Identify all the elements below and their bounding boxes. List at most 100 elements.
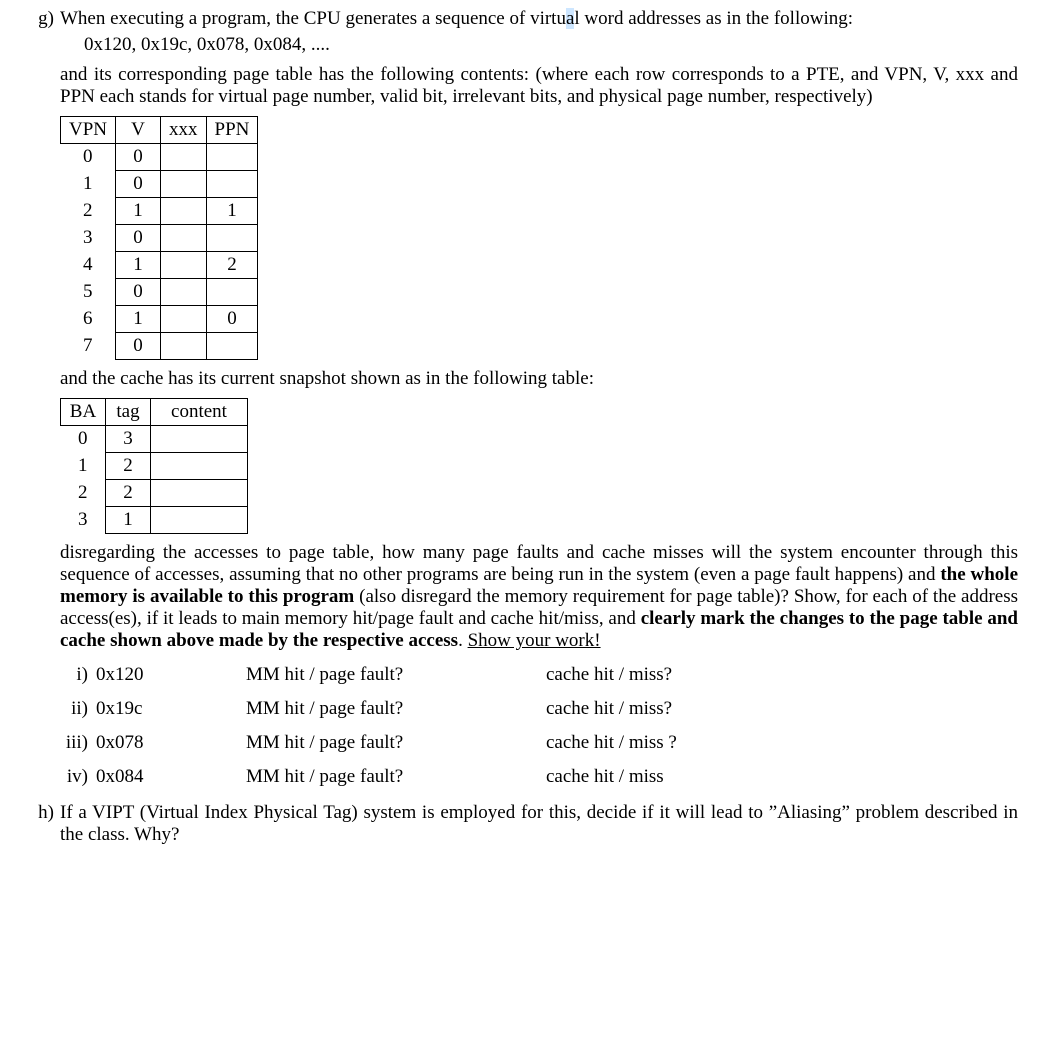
item-num: iv)	[42, 766, 96, 788]
table-row: 03	[61, 426, 248, 453]
list-item: i) 0x120 MM hit / page fault? cache hit …	[42, 664, 1018, 686]
question-h-label: h)	[24, 802, 60, 824]
item-addr: 0x19c	[96, 698, 246, 720]
xxx-cell	[161, 171, 207, 198]
ppn-cell: 1	[206, 198, 258, 225]
tag-cell: 1	[106, 507, 151, 534]
ba-cell: 0	[61, 426, 106, 453]
v-cell: 0	[116, 171, 161, 198]
address-sequence: 0x120, 0x19c, 0x078, 0x084, ....	[84, 34, 1018, 56]
question-g-intro: When executing a program, the CPU genera…	[60, 8, 1018, 30]
xxx-cell	[161, 225, 207, 252]
content-cell	[151, 453, 248, 480]
xxx-cell	[161, 198, 207, 225]
table-row: 12	[61, 453, 248, 480]
item-cache: cache hit / miss ?	[546, 732, 1018, 754]
vpn-cell: 4	[61, 252, 116, 279]
list-item: iii) 0x078 MM hit / page fault? cache hi…	[42, 732, 1018, 754]
intro-text-1: When executing a program, the CPU genera…	[60, 8, 566, 29]
tag-cell: 2	[106, 480, 151, 507]
cache-intro: and the cache has its current snapshot s…	[60, 368, 1018, 390]
intro-text-2: l word addresses as in the following:	[574, 8, 853, 29]
page-table-h-xxx: xxx	[161, 117, 207, 144]
xxx-cell	[161, 144, 207, 171]
item-addr: 0x084	[96, 766, 246, 788]
q-text-a: disregarding the accesses to page table,…	[60, 542, 1018, 585]
item-cache: cache hit / miss	[546, 766, 1018, 788]
question-g: g) When executing a program, the CPU gen…	[24, 8, 1018, 30]
vpn-cell: 7	[61, 333, 116, 360]
page: g) When executing a program, the CPU gen…	[0, 0, 1042, 874]
item-addr: 0x078	[96, 732, 246, 754]
content-cell	[151, 507, 248, 534]
question-g-label: g)	[24, 8, 60, 30]
cache-h-tag: tag	[106, 399, 151, 426]
table-row: 211	[61, 198, 258, 225]
cache-table-header-row: BA tag content	[61, 399, 248, 426]
item-num: ii)	[42, 698, 96, 720]
ppn-cell	[206, 333, 258, 360]
item-mm: MM hit / page fault?	[246, 732, 546, 754]
page-table: VPN V xxx PPN 00 10 211 30 412 50 610 70	[60, 116, 258, 360]
item-mm: MM hit / page fault?	[246, 766, 546, 788]
vpn-cell: 5	[61, 279, 116, 306]
item-num: i)	[42, 664, 96, 686]
v-cell: 1	[116, 306, 161, 333]
vpn-cell: 6	[61, 306, 116, 333]
list-item: iv) 0x084 MM hit / page fault? cache hit…	[42, 766, 1018, 788]
content-cell	[151, 426, 248, 453]
item-addr: 0x120	[96, 664, 246, 686]
q-text-e: .	[458, 630, 468, 651]
ppn-cell	[206, 279, 258, 306]
page-table-h-ppn: PPN	[206, 117, 258, 144]
content-cell	[151, 480, 248, 507]
list-item: ii) 0x19c MM hit / page fault? cache hit…	[42, 698, 1018, 720]
item-mm: MM hit / page fault?	[246, 698, 546, 720]
item-num: iii)	[42, 732, 96, 754]
question-h: h) If a VIPT (Virtual Index Physical Tag…	[24, 802, 1018, 846]
table-row: 61 0	[61, 306, 258, 333]
item-cache: cache hit / miss?	[546, 698, 1018, 720]
ppn-cell	[206, 144, 258, 171]
v-cell: 1	[116, 198, 161, 225]
page-table-h-v: V	[116, 117, 161, 144]
table-row: 70	[61, 333, 258, 360]
vpn-cell: 3	[61, 225, 116, 252]
table-row: 00	[61, 144, 258, 171]
question-h-text: If a VIPT (Virtual Index Physical Tag) s…	[60, 802, 1018, 846]
xxx-cell	[161, 306, 207, 333]
vpn-cell: 0	[61, 144, 116, 171]
ba-cell: 3	[61, 507, 106, 534]
v-cell: 0	[116, 144, 161, 171]
ba-cell: 2	[61, 480, 106, 507]
cache-h-content: content	[151, 399, 248, 426]
ppn-cell: 0	[206, 306, 258, 333]
ppn-cell	[206, 225, 258, 252]
table-row: 22	[61, 480, 248, 507]
vpn-cell: 2	[61, 198, 116, 225]
ppn-cell	[206, 171, 258, 198]
tag-cell: 2	[106, 453, 151, 480]
v-cell: 0	[116, 333, 161, 360]
ppn-cell: 2	[206, 252, 258, 279]
table-row: 41 2	[61, 252, 258, 279]
v-cell: 0	[116, 279, 161, 306]
xxx-cell	[161, 252, 207, 279]
cache-table: BA tag content 03 12 22 31	[60, 398, 248, 534]
xxx-cell	[161, 279, 207, 306]
roman-list: i) 0x120 MM hit / page fault? cache hit …	[42, 664, 1018, 788]
vpn-cell: 1	[61, 171, 116, 198]
v-cell: 0	[116, 225, 161, 252]
v-cell: 1	[116, 252, 161, 279]
item-mm: MM hit / page fault?	[246, 664, 546, 686]
q-text-f-underline: Show your work!	[468, 630, 601, 651]
xxx-cell	[161, 333, 207, 360]
page-table-h-vpn: VPN	[61, 117, 116, 144]
table-row: 50	[61, 279, 258, 306]
question-g-body: disregarding the accesses to page table,…	[60, 542, 1018, 652]
table-row: 31	[61, 507, 248, 534]
tag-cell: 3	[106, 426, 151, 453]
table-row: 30	[61, 225, 258, 252]
page-table-header-row: VPN V xxx PPN	[61, 117, 258, 144]
table-row: 10	[61, 171, 258, 198]
